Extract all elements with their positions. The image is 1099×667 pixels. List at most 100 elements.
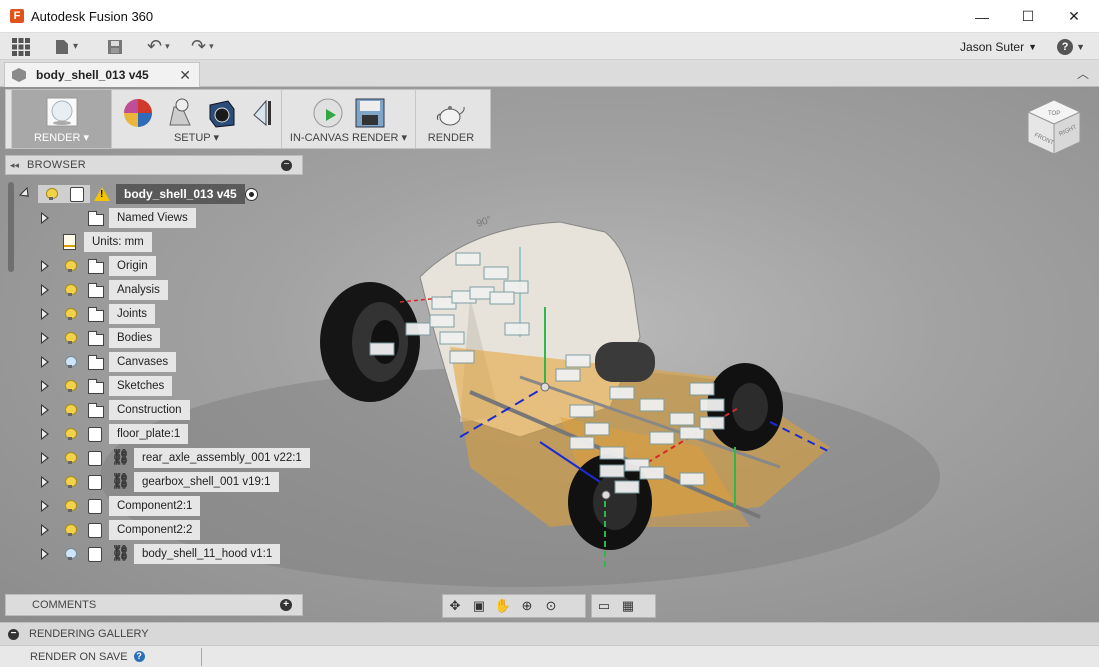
expand-triangle-icon[interactable]: [41, 332, 49, 344]
expand-triangle-icon[interactable]: [41, 500, 49, 512]
browser-item[interactable]: Joints: [8, 303, 308, 325]
browser-item[interactable]: Analysis: [8, 279, 308, 301]
look-at-icon[interactable]: ▣: [467, 596, 491, 616]
capture-image-icon[interactable]: [354, 97, 386, 129]
add-comment-icon[interactable]: +: [280, 599, 292, 611]
expand-triangle-icon[interactable]: [41, 284, 49, 296]
appearance-icon[interactable]: [122, 97, 154, 129]
close-tab-icon[interactable]: ✕: [179, 67, 191, 84]
visibility-bulb-icon[interactable]: [65, 380, 77, 392]
root-label[interactable]: body_shell_013 v45: [116, 184, 245, 204]
expand-triangle-icon[interactable]: [41, 524, 49, 536]
browser-item[interactable]: ⛓ rear_axle_assembly_001 v22:1: [8, 447, 310, 469]
expand-triangle-icon[interactable]: [41, 260, 49, 272]
browser-item[interactable]: Units: mm: [8, 231, 308, 253]
visibility-bulb-icon[interactable]: [65, 332, 77, 344]
in-canvas-render-label[interactable]: IN-CANVAS RENDER ▾: [282, 131, 415, 144]
workspace-switcher[interactable]: RENDER ▾: [12, 90, 112, 148]
decal-icon[interactable]: [246, 97, 278, 129]
visibility-bulb-icon[interactable]: [65, 548, 77, 560]
visibility-bulb-icon[interactable]: [65, 500, 77, 512]
expand-triangle-icon[interactable]: [41, 428, 49, 440]
browser-item-label[interactable]: Joints: [109, 304, 156, 324]
browser-item-label[interactable]: body_shell_11_hood v1:1: [134, 544, 281, 564]
visibility-bulb-icon[interactable]: [65, 524, 77, 536]
browser-item[interactable]: Named Views: [8, 207, 308, 229]
help-menu[interactable]: ? ▼: [1057, 33, 1085, 60]
zoom-icon[interactable]: ⊕: [515, 596, 539, 616]
teapot-render-icon[interactable]: [434, 97, 466, 129]
expand-triangle-icon[interactable]: [41, 356, 49, 368]
expand-triangle-icon[interactable]: [41, 476, 49, 488]
browser-item[interactable]: Construction: [8, 399, 308, 421]
visibility-bulb-icon[interactable]: [65, 356, 77, 368]
browser-item[interactable]: Component2:2: [8, 519, 308, 541]
view-cube[interactable]: TOP FRONT RIGHT: [1022, 96, 1086, 160]
browser-item-label[interactable]: Analysis: [109, 280, 168, 300]
visibility-bulb-icon[interactable]: [65, 284, 77, 296]
browser-item-label[interactable]: Named Views: [109, 208, 196, 228]
browser-item[interactable]: Sketches: [8, 375, 308, 397]
browser-item-label[interactable]: Canvases: [109, 352, 177, 372]
display-settings-icon[interactable]: ▭: [592, 596, 616, 616]
in-canvas-render-icon[interactable]: [312, 97, 344, 129]
visibility-bulb-icon[interactable]: [65, 260, 77, 272]
minimize-button[interactable]: —: [959, 0, 1005, 33]
browser-item-label[interactable]: Origin: [109, 256, 156, 276]
close-button[interactable]: ✕: [1051, 0, 1097, 33]
redo-button[interactable]: ↷ ▾: [191, 33, 214, 60]
browser-item[interactable]: ⛓ gearbox_shell_001 v19:1: [8, 471, 308, 493]
expand-triangle-icon[interactable]: [41, 212, 49, 224]
expand-triangle-icon[interactable]: [41, 452, 49, 464]
visibility-bulb-icon[interactable]: [65, 404, 77, 416]
browser-item-label[interactable]: gearbox_shell_001 v19:1: [134, 472, 279, 492]
pan-icon[interactable]: ✋: [491, 596, 515, 616]
browser-item[interactable]: Origin: [8, 255, 308, 277]
grid-settings-icon[interactable]: ▦: [616, 596, 640, 616]
visibility-bulb-icon[interactable]: [65, 428, 77, 440]
browser-item[interactable]: floor_plate:1: [8, 423, 308, 445]
warning-icon[interactable]: !: [94, 187, 110, 201]
maximize-button[interactable]: ☐: [1005, 0, 1051, 33]
browser-item-label[interactable]: Sketches: [109, 376, 173, 396]
visibility-bulb-icon[interactable]: [65, 476, 77, 488]
browser-item-label[interactable]: Bodies: [109, 328, 161, 348]
visibility-bulb-icon[interactable]: [65, 308, 77, 320]
fit-icon[interactable]: ⊙: [539, 596, 563, 616]
browser-item-label[interactable]: floor_plate:1: [109, 424, 189, 444]
visibility-bulb-icon[interactable]: [65, 452, 77, 464]
collapse-browser-icon[interactable]: −: [281, 160, 292, 171]
expand-triangle-icon[interactable]: [41, 308, 49, 320]
orbit-icon[interactable]: ✥: [443, 596, 467, 616]
collapse-ribbon-icon[interactable]: ︿: [1077, 65, 1089, 82]
expand-triangle-icon[interactable]: [41, 380, 49, 392]
undo-button[interactable]: ↶ ▾: [147, 33, 170, 60]
file-menu-button[interactable]: ▾: [55, 33, 78, 60]
apps-grid-icon[interactable]: [12, 33, 30, 60]
browser-item-label[interactable]: Component2:2: [109, 520, 201, 540]
render-on-save-toggle[interactable]: RENDER ON SAVE: [30, 651, 128, 663]
browser-item[interactable]: Component2:1: [8, 495, 308, 517]
browser-item[interactable]: ⛓ body_shell_11_hood v1:1: [8, 543, 308, 565]
help-icon[interactable]: ?: [133, 651, 145, 662]
active-radio-icon[interactable]: [245, 188, 258, 201]
browser-root-row[interactable]: ! body_shell_013 v45: [8, 183, 308, 205]
render-label[interactable]: RENDER: [416, 132, 486, 144]
browser-item-label[interactable]: rear_axle_assembly_001 v22:1: [134, 448, 310, 468]
save-icon[interactable]: [107, 33, 123, 60]
browser-item[interactable]: Canvases: [8, 351, 308, 373]
visibility-bulb-icon[interactable]: [46, 188, 58, 200]
expand-triangle-icon[interactable]: [41, 404, 49, 416]
expand-triangle-icon[interactable]: [18, 186, 34, 202]
collapse-panel-icon[interactable]: ◂◂: [10, 160, 19, 171]
document-tab[interactable]: body_shell_013 v45 ✕: [4, 62, 200, 87]
texture-map-icon[interactable]: [206, 97, 238, 129]
browser-item-label[interactable]: Construction: [109, 400, 190, 420]
browser-item-label[interactable]: Component2:1: [109, 496, 201, 516]
browser-item-label[interactable]: Units: mm: [84, 232, 152, 252]
browser-item[interactable]: Bodies: [8, 327, 308, 349]
user-menu[interactable]: Jason Suter ▼: [960, 33, 1037, 60]
collapse-gallery-icon[interactable]: −: [8, 628, 19, 640]
expand-triangle-icon[interactable]: [41, 548, 49, 560]
scene-settings-icon[interactable]: [164, 97, 196, 129]
